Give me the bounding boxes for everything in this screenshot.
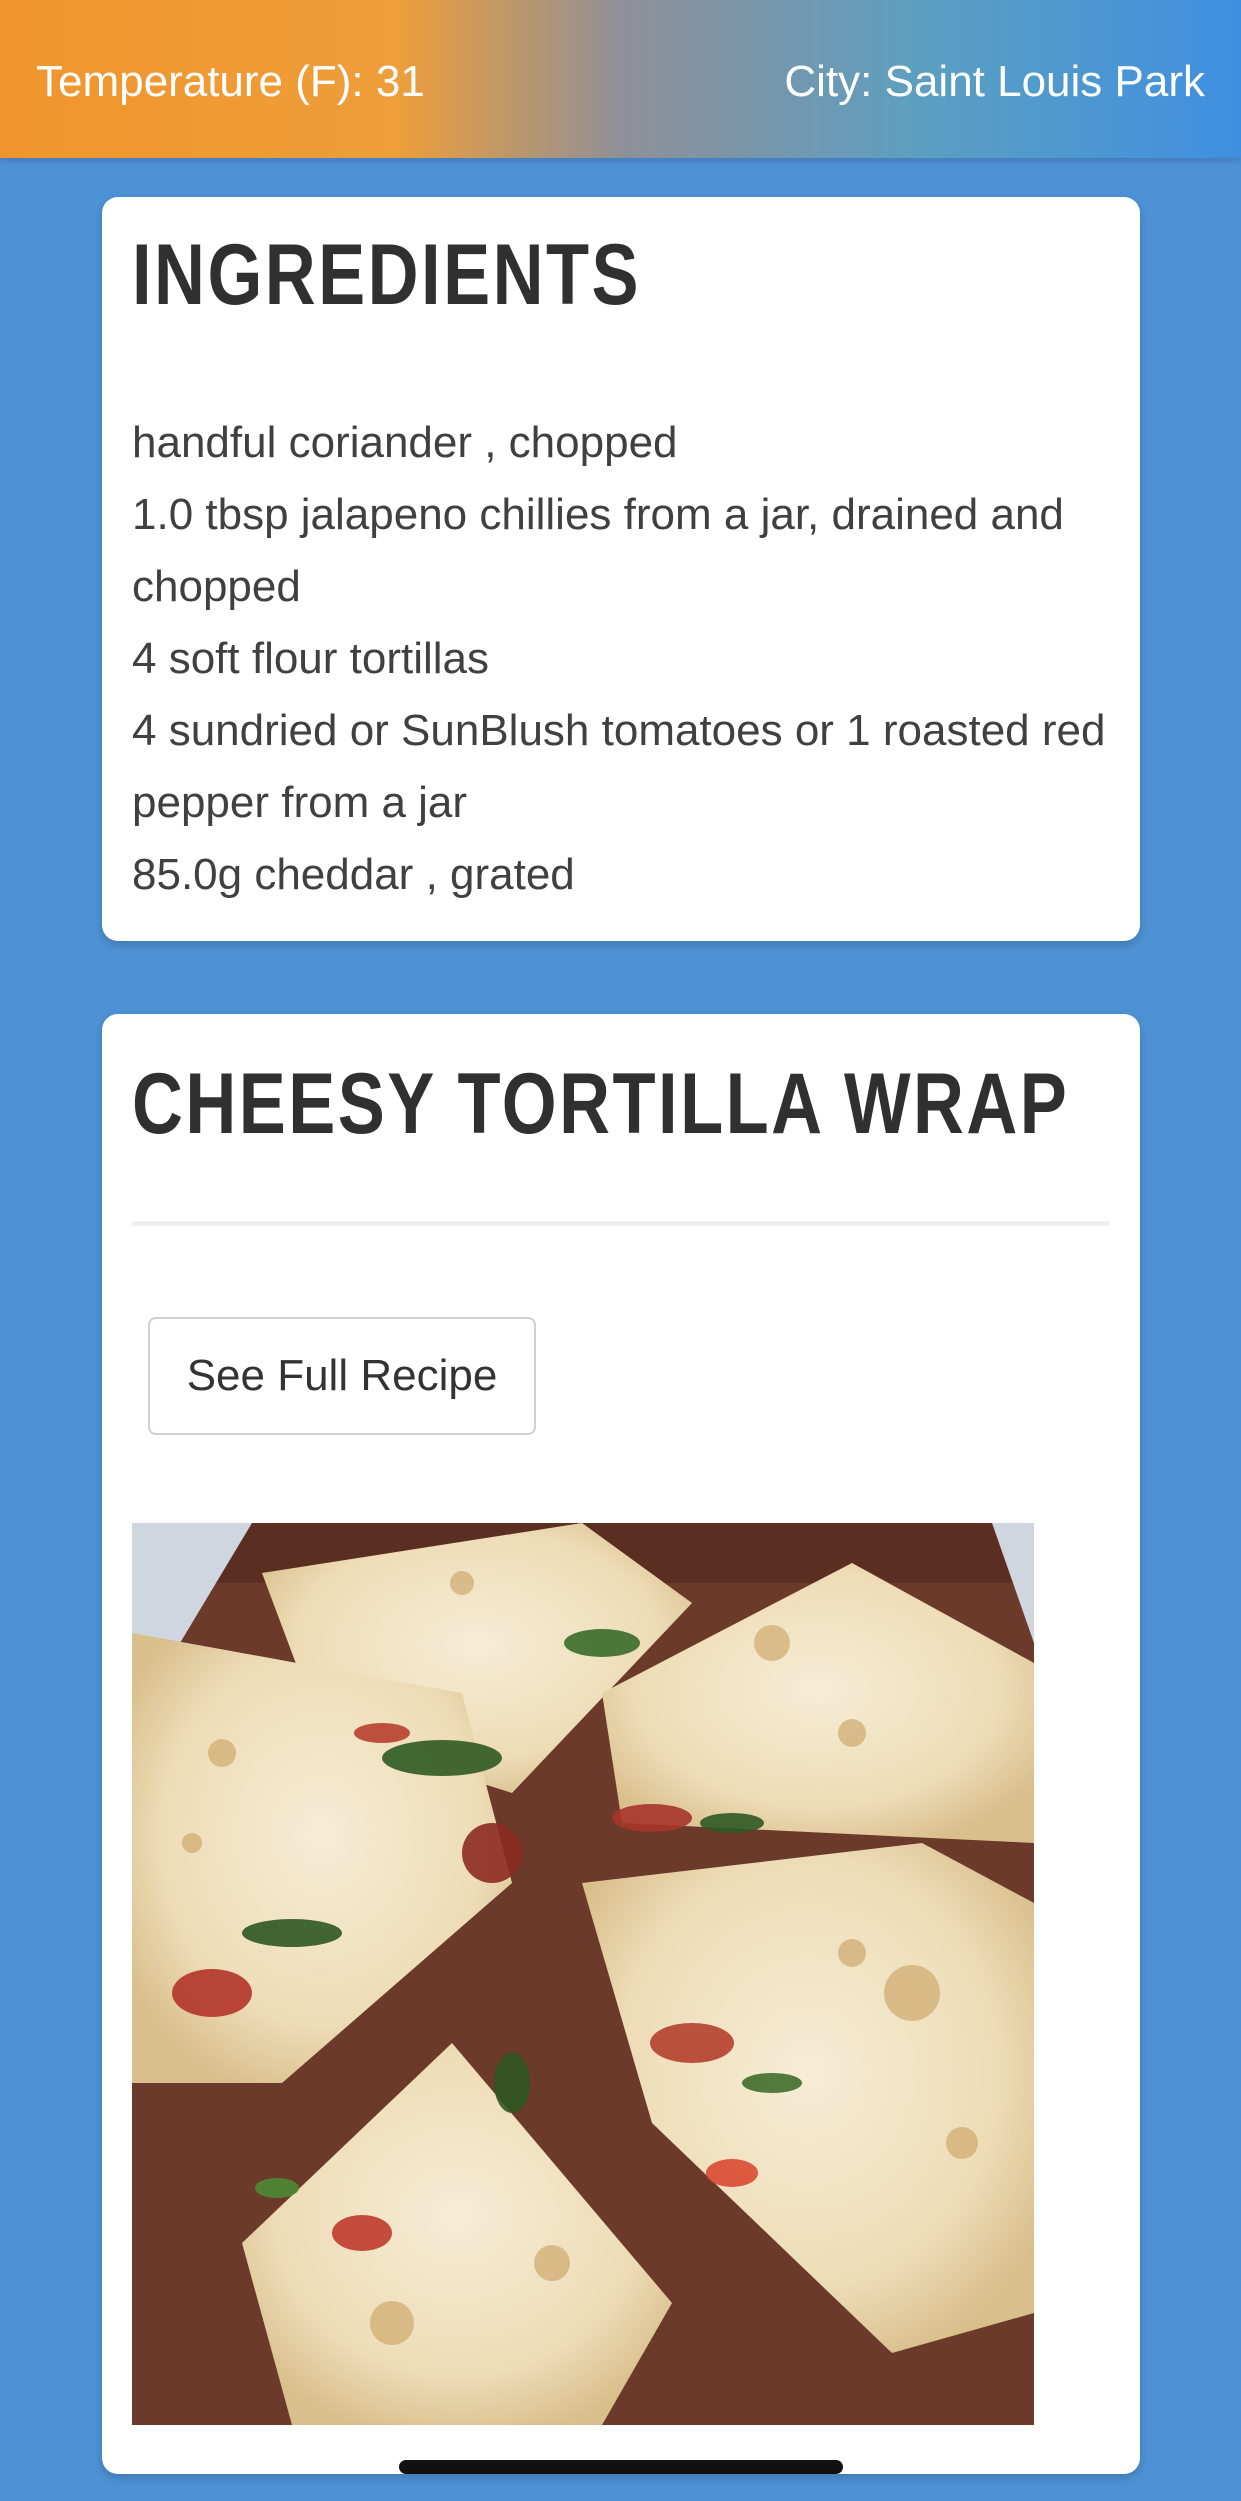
ingredient-item: 4 sundried or SunBlush tomatoes or 1 roa… — [132, 706, 1106, 827]
top-bar: Temperature (F): 31 City: Saint Louis Pa… — [0, 0, 1241, 158]
ingredient-list: handful coriander , chopped 1.0 tbsp jal… — [132, 407, 1122, 911]
ingredients-card: INGREDIENTS handful coriander , chopped … — [102, 197, 1140, 941]
ingredients-heading: INGREDIENTS — [132, 227, 642, 323]
ingredient-item: 4 soft flour tortillas — [132, 634, 490, 683]
food-photo-icon — [132, 1523, 1034, 2425]
ingredient-item: 85.0g cheddar , grated — [132, 850, 575, 899]
ingredient-item: 1.0 tbsp jalapeno chillies from a jar, d… — [132, 490, 1064, 611]
temperature-label: Temperature (F): 31 — [36, 57, 425, 106]
home-indicator[interactable] — [399, 2460, 843, 2474]
recipe-card: CHEESY TORTILLA WRAP See Full Recipe — [102, 1014, 1140, 2474]
divider — [132, 1221, 1110, 1226]
ingredient-item: handful coriander , chopped — [132, 418, 678, 467]
recipe-photo — [132, 1523, 1034, 2425]
recipe-title: CHEESY TORTILLA WRAP — [132, 1056, 1070, 1152]
see-full-recipe-button[interactable]: See Full Recipe — [148, 1317, 536, 1435]
city-label: City: Saint Louis Park — [784, 57, 1205, 106]
